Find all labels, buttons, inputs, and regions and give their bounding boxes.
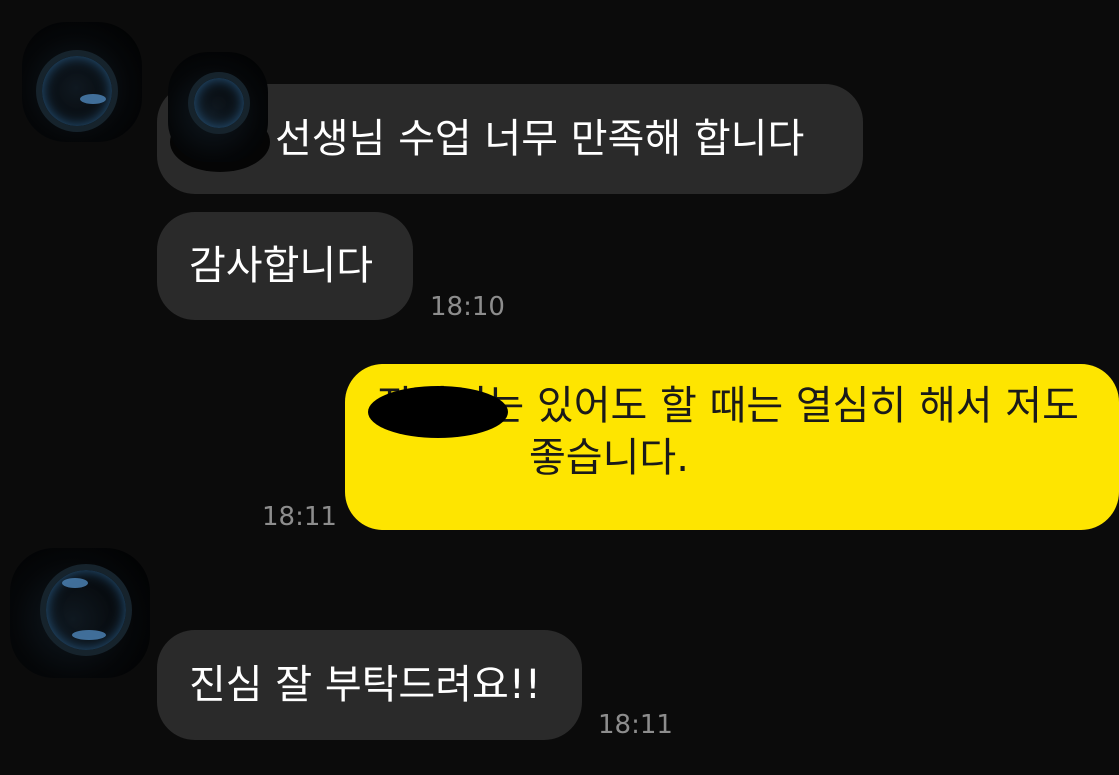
message-bubble-incoming: 감사합니다	[157, 212, 413, 320]
sender-avatar-icon[interactable]	[10, 548, 150, 678]
message-timestamp: 18:11	[598, 710, 673, 740]
sender-avatar-icon[interactable]	[22, 22, 142, 142]
message-text: 감사합니다	[189, 243, 373, 289]
message-timestamp: 18:10	[430, 292, 505, 322]
message-text: 선생님 수업 너무 만족해 합니다	[275, 116, 805, 162]
sender-avatar-icon	[168, 52, 268, 162]
message-text: 진심 잘 부탁드려요!!	[189, 662, 541, 708]
message-timestamp: 18:11	[262, 502, 337, 532]
redaction-scribble	[368, 386, 508, 438]
message-bubble-incoming: 진심 잘 부탁드려요!!	[157, 630, 582, 740]
